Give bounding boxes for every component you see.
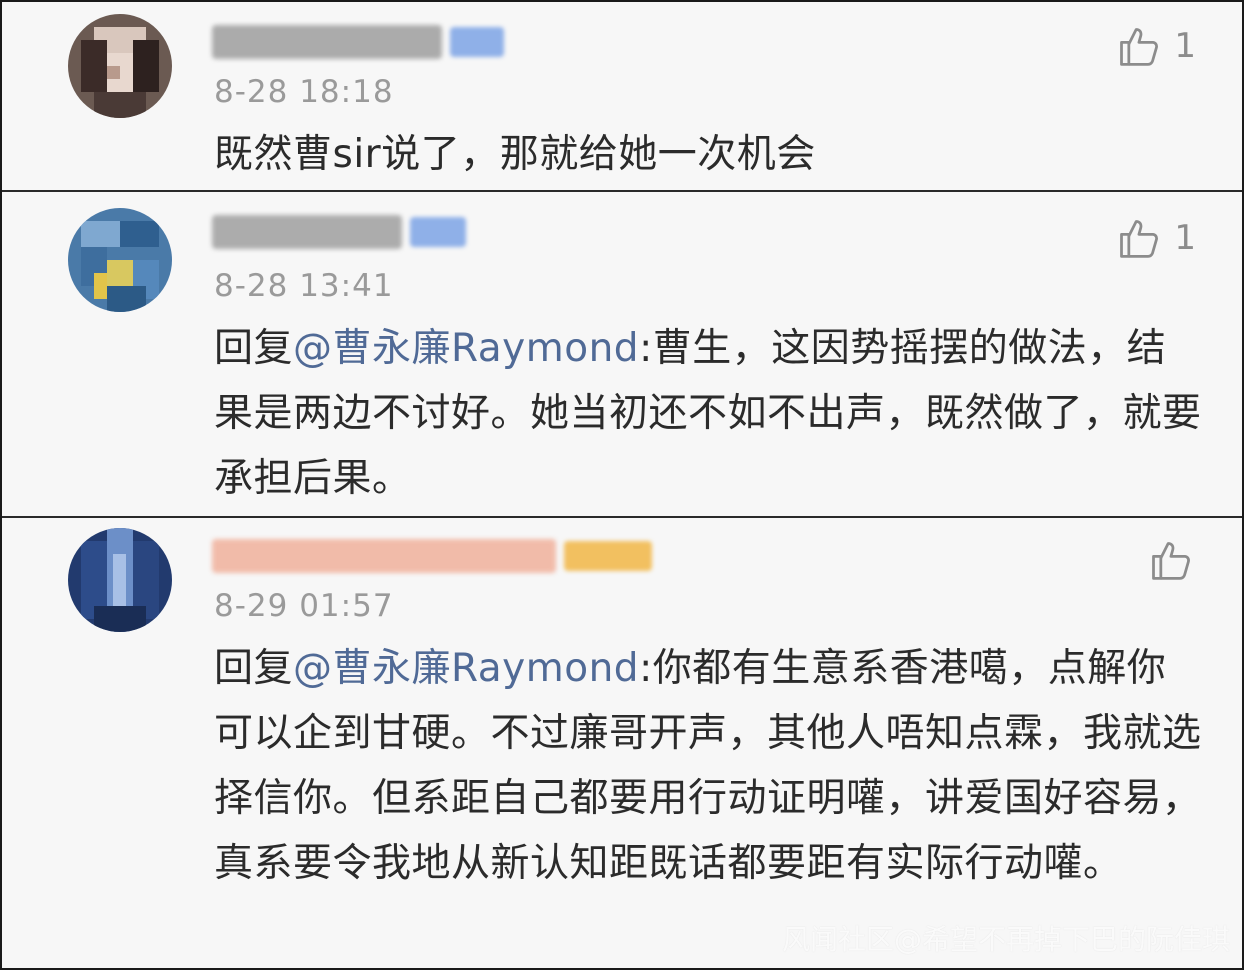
member-badge xyxy=(410,217,466,247)
reply-prefix: 回复 xyxy=(214,326,294,371)
like-count: 1 xyxy=(1174,218,1196,258)
blurred-username xyxy=(212,215,402,249)
like-button[interactable] xyxy=(1148,538,1192,582)
avatar[interactable] xyxy=(68,14,172,118)
like-button[interactable]: 1 xyxy=(1116,216,1196,260)
comment-text: 回复@曹永廉Raymond:你都有生意系香港噶，点解你可以企到甘硬。不过廉哥开声… xyxy=(214,636,1204,896)
comment-timestamp: 8-28 13:41 xyxy=(214,268,394,304)
thumbs-up-icon xyxy=(1116,216,1160,260)
like-count: 1 xyxy=(1174,26,1196,66)
comment-timestamp: 8-29 01:57 xyxy=(214,588,394,624)
member-badge xyxy=(450,27,504,57)
username[interactable] xyxy=(212,24,504,60)
thumbs-up-icon xyxy=(1116,24,1160,68)
comment-text: 回复@曹永廉Raymond:曹生，这因势摇摆的做法，结果是两边不讨好。她当初还不… xyxy=(214,316,1204,511)
avatar[interactable] xyxy=(68,208,172,312)
member-badge xyxy=(564,541,652,571)
comment-item: 8-28 18:18 1 既然曹sir说了，那就给她一次机会 xyxy=(2,2,1242,192)
like-button[interactable]: 1 xyxy=(1116,24,1196,68)
username[interactable] xyxy=(212,538,652,574)
mention-link[interactable]: @曹永廉Raymond xyxy=(293,326,639,371)
username[interactable] xyxy=(212,214,466,250)
comment-text: 既然曹sir说了，那就给她一次机会 xyxy=(214,132,816,177)
comment-timestamp: 8-28 18:18 xyxy=(214,74,394,110)
blurred-username xyxy=(212,539,556,573)
mention-link[interactable]: @曹永廉Raymond xyxy=(293,646,639,691)
thumbs-up-icon xyxy=(1148,538,1192,582)
comment-item: 8-28 13:41 1 回复@曹永廉Raymond:曹生，这因势摇摆的做法，结… xyxy=(2,192,1242,518)
comment-list: 8-28 18:18 1 既然曹sir说了，那就给她一次机会 8-28 13:4… xyxy=(0,0,1244,970)
reply-prefix: 回复 xyxy=(214,646,294,691)
comment-item: 8-29 01:57 回复@曹永廉Raymond:你都有生意系香港噶，点解你可以… xyxy=(2,518,1242,968)
blurred-username xyxy=(212,25,442,59)
avatar[interactable] xyxy=(68,528,172,632)
watermark: 风闻社区@希望不再掉下巴的阮佳琪 xyxy=(781,923,1230,956)
